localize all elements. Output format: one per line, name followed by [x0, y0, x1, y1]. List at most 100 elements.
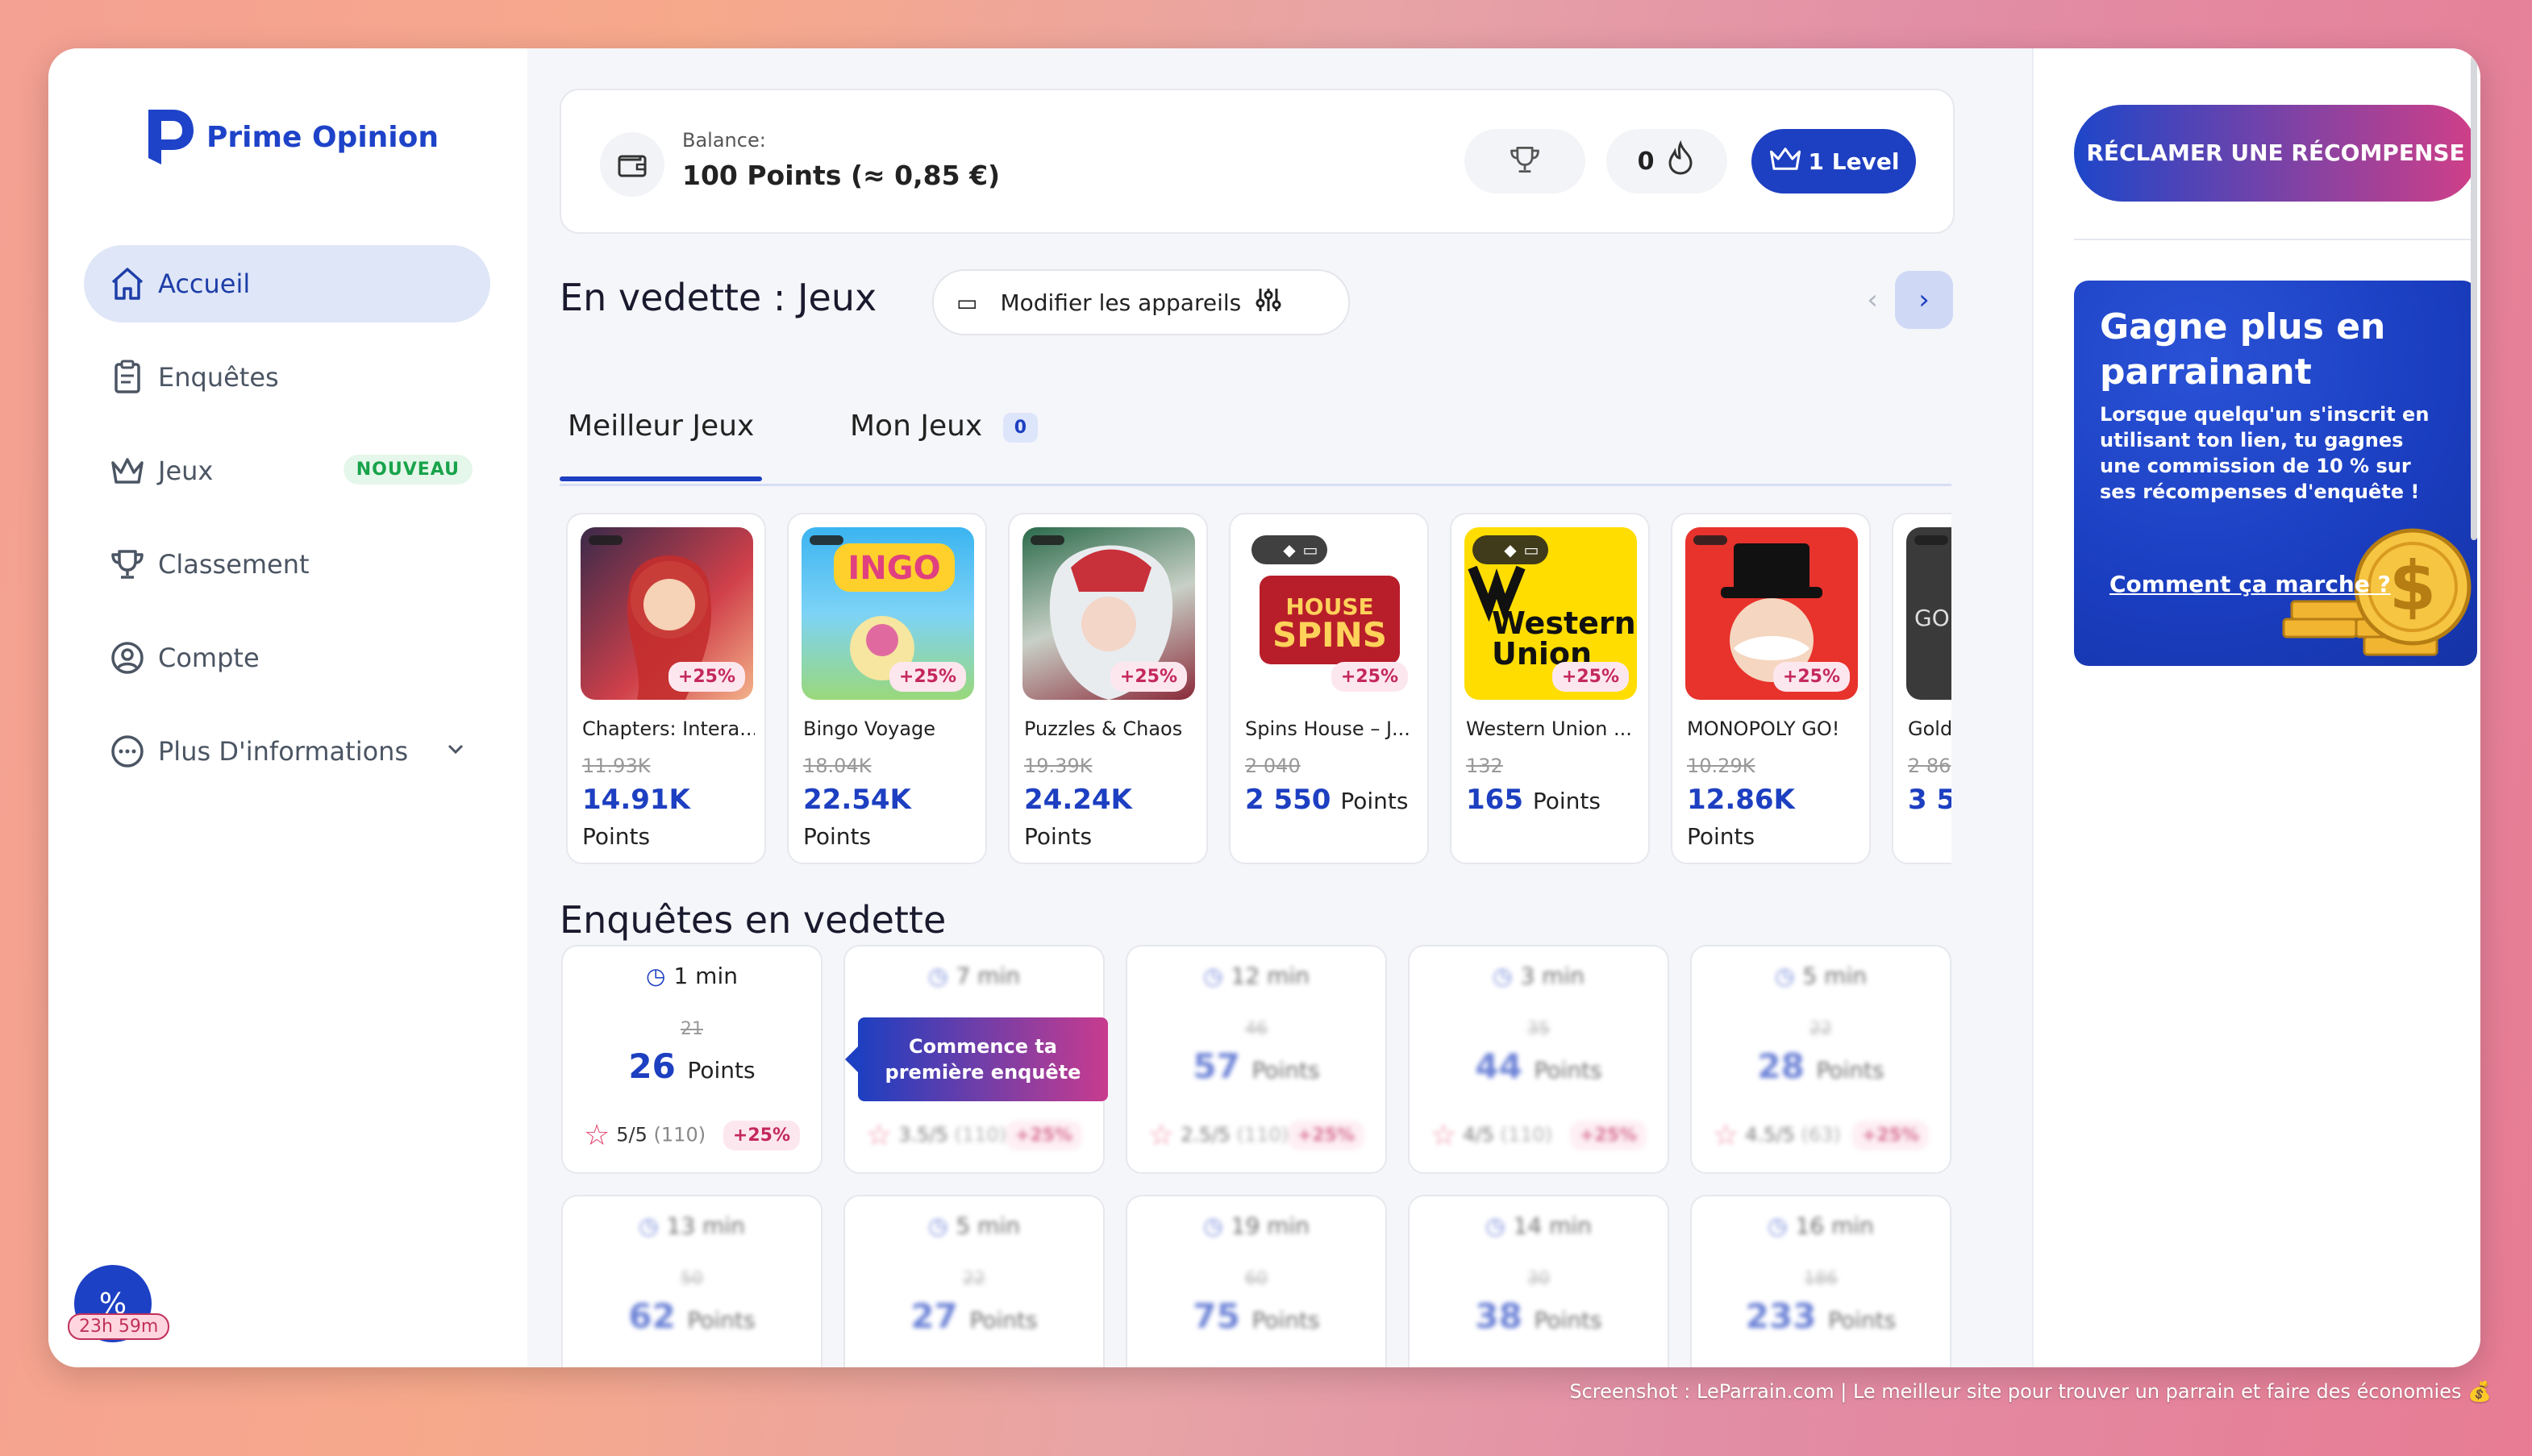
sidebar-item-accueil[interactable]: Accueil [84, 245, 490, 322]
trophy-icon [105, 542, 150, 587]
game-image-western-union: Western Union ◆ ▭ +25% [1464, 527, 1637, 700]
sidebar-item-label: Compte [158, 643, 260, 673]
carousel-next-button[interactable]: › [1895, 271, 1953, 329]
game-image-puzzles-chaos: +25% [1022, 527, 1195, 700]
tab-count-badge: 0 [1002, 412, 1038, 443]
game-card[interactable]: HOUSE SPINS ◆ ▭ +25% Spins House – J... 2 … [1229, 513, 1429, 864]
desktop-icon: ▭ [1523, 540, 1539, 560]
game-card[interactable]: GO Gold 2 86 3 5 [1892, 513, 1951, 864]
sidebar-item-enquetes[interactable]: Enquêtes [84, 339, 490, 416]
how-it-works-link[interactable]: Comment ça marche ? [2109, 571, 2391, 597]
survey-rating: ☆ 3.5/5 (110) [866, 1119, 1006, 1152]
svg-text:SPINS: SPINS [1272, 615, 1387, 655]
leaderboard-button[interactable] [1464, 129, 1585, 193]
game-image-text: Western Union [1492, 605, 1636, 672]
sidebar-item-label: Classement [158, 549, 310, 580]
survey-rating: ☆ 5/5 (110) [584, 1119, 706, 1152]
scrollbar[interactable] [2471, 56, 2477, 540]
sidebar-item-label: Accueil [158, 268, 251, 299]
svg-text:$: $ [2389, 547, 2436, 626]
clock-icon: ◷ [928, 963, 948, 989]
claim-reward-button[interactable]: RÉCLAMER UNE RÉCOMPENSE [2074, 105, 2477, 202]
home-icon [105, 261, 150, 306]
star-icon: ☆ [866, 1119, 893, 1152]
sidebar: Prime Opinion Accueil Enquêtes Jeux NOUV… [48, 48, 529, 1367]
survey-card[interactable]: ◷ 5 min 22 28 Points ☆ 4.5/5 (63) +25% [1690, 945, 1951, 1174]
survey-time: ◷ 14 min [1485, 1213, 1592, 1239]
survey-time: ◷ 5 min [1775, 963, 1867, 989]
survey-card[interactable]: ◷ 12 min 46 57 Points ☆ 2.5/5 (110) +25% [1126, 945, 1387, 1174]
game-image-gold: GO [1906, 527, 1951, 700]
game-old-points: 10.29K [1687, 755, 1755, 777]
sidebar-item-compte[interactable]: Compte [84, 619, 490, 697]
sidebar-item-label: Plus D'informations [158, 736, 409, 767]
boost-badge: +25% [1287, 1121, 1364, 1150]
survey-old-points: 35 [1527, 1019, 1550, 1039]
game-points: 12.86K Points [1687, 784, 1795, 850]
survey-time: ◷ 19 min [1203, 1213, 1310, 1239]
survey-card[interactable]: ◷ 3 min 35 44 Points ☆ 4/5 (110) +25% [1408, 945, 1669, 1174]
brand-logo[interactable]: Prime Opinion [140, 105, 439, 169]
survey-card[interactable]: ◷ 5 min 22 27 Points [843, 1195, 1105, 1367]
star-icon: ☆ [1148, 1119, 1175, 1152]
level-button[interactable]: 1 Level [1751, 129, 1916, 193]
promo-timer-widget[interactable]: % 23h 59m [68, 1262, 170, 1346]
sidebar-item-jeux[interactable]: Jeux NOUVEAU [84, 432, 490, 510]
game-name: MONOPOLY GO! [1687, 718, 1840, 740]
sidebar-item-plus-informations[interactable]: Plus D'informations [84, 713, 490, 790]
boost-badge: +25% [1851, 1121, 1929, 1150]
star-icon: ☆ [584, 1119, 610, 1152]
survey-time: ◷ 7 min [928, 963, 1020, 989]
clock-icon: ◷ [1485, 1213, 1505, 1239]
first-survey-tooltip: Commence ta première enquête [845, 1017, 1108, 1101]
game-card[interactable]: +25% MONOPOLY GO! 10.29K 12.86K Points [1671, 513, 1871, 864]
survey-card[interactable]: ◷ 1 min 21 26 Points ☆ 5/5 (110) +25% [561, 945, 822, 1174]
brand-name: Prime Opinion [206, 120, 439, 154]
survey-points: 62 Points [628, 1296, 756, 1336]
game-points: 24.24K Points [1024, 784, 1132, 850]
survey-card[interactable]: ◷ 13 min 50 62 Points [561, 1195, 822, 1367]
survey-card[interactable]: ◷ 16 min 186 233 Points [1690, 1195, 1951, 1367]
survey-card[interactable]: ◷ 19 min 60 75 Points [1126, 1195, 1387, 1367]
game-old-points: 2 040 [1245, 755, 1301, 777]
game-card[interactable]: Western Union ◆ ▭ +25% Western Union ... … [1450, 513, 1650, 864]
survey-old-points: 30 [1527, 1269, 1550, 1289]
survey-rating: ☆ 2.5/5 (110) [1148, 1119, 1289, 1152]
game-points: 14.91K Points [582, 784, 690, 850]
clock-icon: ◷ [1203, 1213, 1223, 1239]
platform-badges [589, 535, 623, 545]
chevron-right-icon: › [1918, 284, 1930, 316]
boost-badge: +25% [668, 662, 745, 692]
tab-meilleur-jeux[interactable]: Meilleur Jeux [559, 410, 763, 481]
platform-badges [1031, 535, 1064, 545]
game-old-points: 18.04K [803, 755, 872, 777]
sidebar-item-classement[interactable]: Classement [84, 526, 490, 603]
game-old-points: 19.39K [1024, 755, 1093, 777]
clock-icon: ◷ [1203, 963, 1223, 989]
game-card[interactable]: INGO +25% Bingo Voyage 18.04K 22.54K Poin… [787, 513, 987, 864]
apple-icon [1480, 540, 1498, 560]
chevron-left-icon: ‹ [1867, 284, 1878, 316]
streak-button[interactable]: 0 [1606, 129, 1727, 193]
crown-icon [105, 448, 150, 493]
game-card[interactable]: +25% Puzzles & Chaos 19.39K 24.24K Points [1008, 513, 1208, 864]
boost-badge: +25% [1772, 662, 1850, 692]
games-carousel: +25% Chapters: Intera... 11.93K 14.91K P… [566, 513, 1951, 867]
survey-points: 57 Points [1193, 1046, 1320, 1086]
referral-card: Gagne plus en parrainant Lorsque quelqu'… [2074, 281, 2477, 666]
chevron-down-icon[interactable] [444, 737, 468, 768]
game-card[interactable]: +25% Chapters: Intera... 11.93K 14.91K P… [566, 513, 766, 864]
clock-icon: ◷ [1768, 1213, 1788, 1239]
trophy-icon [1507, 142, 1543, 181]
balance-value: 100 Points (≈ 0,85 €) [682, 160, 1001, 191]
desktop-icon: ▭ [956, 289, 978, 316]
modify-devices-button[interactable]: ▭ Modifier les appareils [932, 269, 1350, 335]
carousel-prev-button[interactable]: ‹ [1843, 271, 1901, 329]
survey-card[interactable]: ◷ 14 min 30 38 Points [1408, 1195, 1669, 1367]
survey-time: ◷ 3 min [1493, 963, 1585, 989]
game-image-chapters: +25% [581, 527, 753, 700]
survey-old-points: 22 [963, 1269, 985, 1289]
tab-mon-jeux[interactable]: Mon Jeux 0 [850, 410, 1038, 443]
tab-label: Meilleur Jeux [568, 410, 755, 443]
boost-badge: +25% [723, 1121, 800, 1150]
